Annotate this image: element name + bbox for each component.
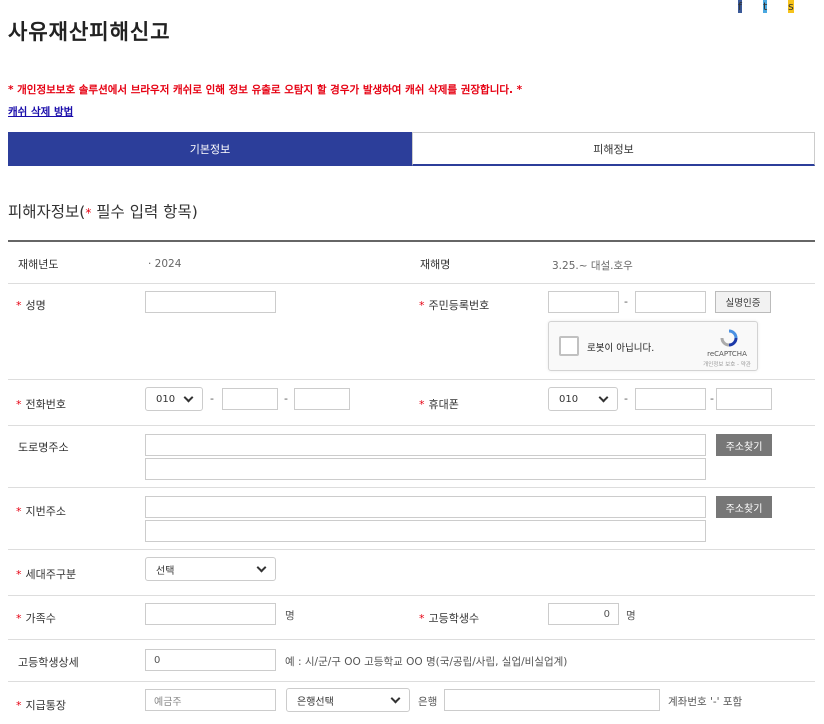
rrn-front-input[interactable] [548,291,619,313]
family-count-unit: 명 [285,610,295,622]
chevron-down-icon [183,392,194,402]
required-star: * [16,699,22,712]
phone-label-text: 전화번호 [25,398,66,411]
hs-detail-input[interactable]: 0 [145,649,276,671]
page-title: 사유재산피해신고 [8,20,171,44]
phone-prefix-value: 010 [156,393,176,405]
recaptcha-brand: reCAPTCHA [707,350,747,358]
twitter-icon: t [763,0,768,13]
required-star: * [16,505,22,518]
required-star: * [16,612,22,625]
hs-students-input[interactable]: 0 [548,603,619,625]
twitter-share-icon[interactable]: t [763,0,768,13]
family-count-label: * 가족수 [16,610,56,626]
cache-warning-text: * 개인정보보호 솔루션에서 브라우저 캐쉬로 인해 정보 유출로 오탐지 할 … [8,84,523,96]
mobile-prefix-select[interactable]: 010 [548,387,618,411]
name-input[interactable] [145,291,276,313]
household-label-text: 세대주구분 [25,568,77,581]
facebook-share-icon[interactable]: f [738,0,742,13]
facebook-icon: f [738,0,742,13]
disaster-name-value: 3.25.~ 대설.호우 [552,260,633,272]
recaptcha-checkbox[interactable] [559,336,579,356]
required-star: * [16,398,22,411]
kakaostory-icon: s [788,0,794,13]
required-star: * [419,612,425,625]
required-star: * [419,299,425,312]
section-title-prefix: 피해자정보( [8,203,86,221]
phone-dash-2: - [284,392,288,405]
hs-detail-hint: 예 : 시/군/구 OO 고등학교 OO 명(국/공립/사립, 실업/비실업계) [285,656,568,668]
form-row-disaster [8,242,815,284]
disaster-name-label: 재해명 [420,258,451,271]
phone-dash-1: - [210,392,214,405]
required-star: * [419,398,425,411]
rrn-dash: - [624,295,628,308]
recaptcha-icon [720,329,738,347]
bank-account-label: * 지급통장 [16,697,66,713]
name-label: * 성명 [16,297,46,313]
verify-name-button[interactable]: 실명인증 [715,291,771,313]
household-selected-value: 선택 [156,565,175,577]
family-count-label-text: 가족수 [25,612,56,625]
account-number-hint: 계좌번호 '-' 포함 [668,696,743,708]
mobile-label: * 휴대폰 [419,396,459,412]
phone-prefix-select[interactable]: 010 [145,387,203,411]
rrn-back-input[interactable] [635,291,706,313]
household-select[interactable]: 선택 [145,557,276,581]
lot-address-label-text: 지번주소 [25,505,66,518]
name-label-text: 성명 [25,299,46,312]
lot-address-search-button[interactable]: 주소찾기 [716,496,772,518]
road-address-search-button[interactable]: 주소찾기 [716,434,772,456]
household-label: * 세대주구분 [16,566,76,582]
mobile-dash-1: - [624,392,628,405]
mobile-last-input[interactable] [716,388,772,410]
phone-label: * 전화번호 [16,396,66,412]
phone-middle-input[interactable] [222,388,278,410]
mobile-dash-2: - [710,392,714,405]
recaptcha-terms[interactable]: 개인정보 보호 - 약관 [699,360,755,368]
phone-last-input[interactable] [294,388,350,410]
kakaostory-share-icon[interactable]: s [788,0,794,13]
mobile-prefix-value: 010 [559,393,579,405]
lot-address-label: * 지번주소 [16,503,66,519]
bank-selected-value: 은행선택 [297,696,334,708]
required-star: * [16,299,22,312]
form-row-family [8,596,815,640]
road-address-label: 도로명주소 [18,441,69,454]
account-holder-input[interactable]: 예금주 [145,689,276,711]
road-address-input[interactable] [145,434,706,456]
recaptcha-widget: 로봇이 아닙니다. reCAPTCHA 개인정보 보호 - 약관 [548,321,758,371]
tab-damage-info[interactable]: 피해정보 [412,132,815,166]
account-number-input[interactable] [444,689,660,711]
recaptcha-label: 로봇이 아닙니다. [587,343,655,354]
hs-detail-label: 고등학생상세 [18,656,79,669]
rrn-label-text: 주민등록번호 [428,299,490,312]
disaster-year-label: 재해년도 [18,258,59,271]
chevron-down-icon [598,392,609,402]
mobile-middle-input[interactable] [635,388,706,410]
form-row-household [8,550,815,596]
cache-delete-link[interactable]: 캐쉬 삭제 방법 [8,104,73,119]
required-star: * [16,568,22,581]
chevron-down-icon [390,693,401,703]
bank-account-label-text: 지급통장 [25,699,66,712]
section-title: 피해자정보(* 필수 입력 항목) [8,200,198,222]
rrn-label: * 주민등록번호 [419,297,489,313]
tab-basic-info[interactable]: 기본정보 [8,132,412,166]
lot-address-input[interactable] [145,496,706,518]
chevron-down-icon [256,562,267,572]
lot-address-detail-input[interactable] [145,520,706,542]
hs-students-unit: 명 [626,610,636,622]
section-title-suffix: 필수 입력 항목) [91,203,198,221]
road-address-detail-input[interactable] [145,458,706,480]
hs-students-label: * 고등학생수 [419,610,479,626]
hs-students-label-text: 고등학생수 [428,612,480,625]
family-count-input[interactable] [145,603,276,625]
bank-select[interactable]: 은행선택 [286,688,410,712]
mobile-label-text: 휴대폰 [428,398,459,411]
disaster-year-value: · 2024 [148,258,182,270]
bank-suffix-label: 은행 [418,696,438,708]
